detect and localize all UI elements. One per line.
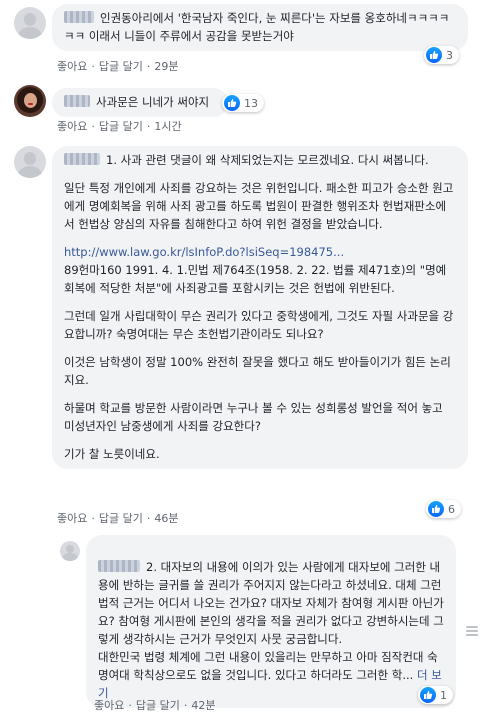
reaction-count[interactable]: 6 bbox=[426, 500, 461, 518]
comment-paragraph: 하물며 학교를 방문한 사람이라면 누구나 볼 수 있는 성희롱성 발언을 적어… bbox=[64, 401, 443, 433]
comment-paragraph: 일단 특정 개인에게 사죄를 강요하는 것은 위헌입니다. 패소한 피고가 승소… bbox=[64, 181, 454, 231]
author-name[interactable] bbox=[64, 153, 100, 165]
comment-paragraph: 이것은 남학생이 정말 100% 완전히 잘못을 했다고 해도 받아들이기가 힘… bbox=[64, 355, 451, 387]
comment-actions: 좋아요 · 답글 달기 · 46분 bbox=[57, 512, 179, 525]
author-name[interactable] bbox=[64, 11, 94, 23]
author-name[interactable] bbox=[98, 560, 140, 572]
reply-button[interactable]: 답글 달기 bbox=[99, 512, 143, 525]
like-button[interactable]: 좋아요 bbox=[57, 60, 87, 73]
like-button[interactable]: 좋아요 bbox=[94, 699, 124, 712]
like-icon bbox=[428, 501, 444, 517]
like-button[interactable]: 좋아요 bbox=[57, 512, 87, 525]
comment-bubble: 2. 대자보의 내용에 이의가 있는 사람에게 대자보에 그러한 내용에 반하는… bbox=[86, 535, 456, 708]
reply-button[interactable]: 답글 달기 bbox=[99, 60, 143, 73]
comment-paragraph: 그런데 일개 사립대학이 무슨 권리가 있다고 중학생에게, 그것도 자필 사과… bbox=[64, 309, 454, 341]
avatar[interactable] bbox=[60, 541, 80, 561]
reaction-number: 3 bbox=[446, 48, 453, 62]
avatar[interactable] bbox=[14, 146, 46, 178]
reaction-count[interactable]: 13 bbox=[222, 94, 264, 112]
comment-actions: 좋아요 · 답글 달기 · 1시간 bbox=[57, 120, 182, 133]
avatar[interactable] bbox=[14, 7, 46, 39]
comment-paragraph: 기가 찰 노릇이네요. bbox=[64, 447, 160, 461]
like-icon bbox=[420, 687, 436, 703]
comment-options-icon[interactable] bbox=[464, 624, 480, 638]
timestamp[interactable]: 42분 bbox=[191, 699, 215, 712]
author-name[interactable] bbox=[64, 95, 90, 107]
reply-button[interactable]: 답글 달기 bbox=[136, 699, 180, 712]
comment-text: 2. 대자보의 내용에 이의가 있는 사람에게 대자보에 그러한 내용에 반하는… bbox=[98, 560, 444, 682]
reaction-count[interactable]: 1 bbox=[418, 686, 453, 704]
comment-actions: 좋아요 · 답글 달기 · 42분 bbox=[94, 699, 216, 712]
like-icon bbox=[224, 95, 240, 111]
reaction-number: 6 bbox=[448, 502, 455, 516]
avatar[interactable] bbox=[14, 85, 46, 117]
comment-bubble: 사과문은 니네가 써야지 bbox=[52, 88, 228, 117]
citation-text: 89헌마160 1991. 4. 1.민법 제764조(1958. 2. 22.… bbox=[64, 263, 447, 295]
comment-bubble: 1. 사과 관련 댓글이 왜 삭제되었는지는 모르겠네요. 다시 써봅니다. 일… bbox=[52, 146, 468, 469]
timestamp[interactable]: 46분 bbox=[154, 512, 178, 525]
comment-text: 사과문은 니네가 써야지 bbox=[96, 95, 210, 109]
law-link[interactable]: http://www.law.go.kr/lsInfoP.do?lsiSeq=1… bbox=[64, 245, 344, 259]
like-button[interactable]: 좋아요 bbox=[57, 120, 87, 133]
reaction-number: 1 bbox=[440, 688, 447, 702]
timestamp[interactable]: 1시간 bbox=[154, 120, 181, 133]
comment-bubble: 인권동아리에서 '한국남자 죽인다, 눈 찌른다'는 자보를 옹호하네ㅋㅋㅋㅋㅋ… bbox=[52, 4, 468, 51]
reaction-number: 13 bbox=[244, 96, 258, 110]
comment-paragraph: 1. 사과 관련 댓글이 왜 삭제되었는지는 모르겠네요. 다시 써봅니다. bbox=[106, 153, 429, 167]
timestamp[interactable]: 29분 bbox=[154, 60, 178, 73]
comment-text: 인권동아리에서 '한국남자 죽인다, 눈 찌른다'는 자보를 옹호하네ㅋㅋㅋㅋㅋ… bbox=[64, 11, 450, 43]
reply-button[interactable]: 답글 달기 bbox=[99, 120, 143, 133]
reaction-count[interactable]: 3 bbox=[424, 46, 459, 64]
comment-actions: 좋아요 · 답글 달기 · 29분 bbox=[57, 60, 179, 73]
like-icon bbox=[426, 47, 442, 63]
